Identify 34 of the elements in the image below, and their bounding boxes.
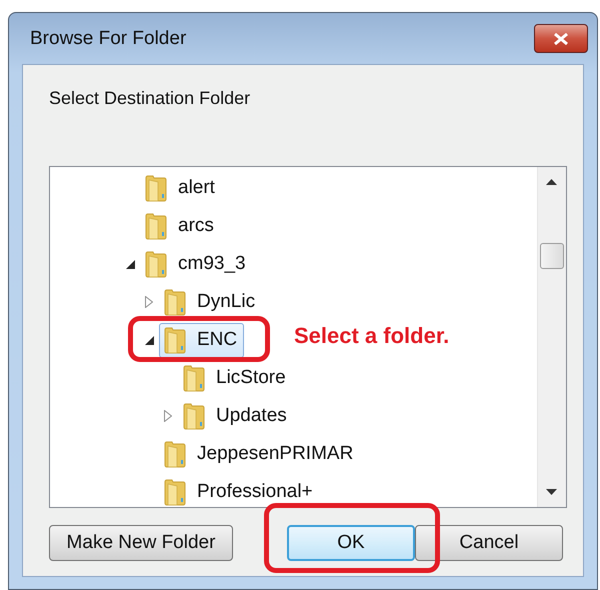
folder-item[interactable]: ENC — [159, 322, 244, 358]
folder-icon — [182, 402, 206, 430]
folder-item[interactable]: cm93_3 — [140, 246, 253, 282]
expanded-arrow-icon[interactable] — [144, 336, 154, 344]
folder-item[interactable]: arcs — [140, 208, 221, 244]
scrollbar[interactable] — [537, 167, 566, 507]
collapsed-arrow-icon[interactable] — [164, 410, 172, 422]
folder-icon — [163, 288, 187, 316]
folder-icon — [163, 478, 187, 506]
dialog-button[interactable]: Cancel — [415, 525, 563, 561]
folder-icon — [163, 440, 187, 468]
close-button[interactable] — [534, 24, 588, 53]
scroll-thumb[interactable] — [540, 243, 564, 269]
prompt-text: Select Destination Folder — [49, 88, 252, 110]
folder-item[interactable]: LicStore — [178, 360, 293, 396]
dialog-button[interactable]: Make New Folder — [49, 525, 233, 561]
folder-item[interactable]: alert — [140, 170, 222, 206]
folder-item[interactable]: JeppesenPRIMAR — [159, 436, 360, 472]
scroll-up-icon[interactable] — [546, 179, 557, 185]
annotation-text: Select a folder. — [294, 323, 450, 349]
expanded-arrow-icon[interactable] — [126, 260, 134, 268]
dialog-button[interactable]: OK — [287, 525, 415, 561]
folder-item[interactable]: DynLic — [159, 284, 262, 320]
folder-icon — [144, 212, 168, 240]
folder-icon — [163, 326, 187, 354]
scroll-down-icon[interactable] — [546, 489, 557, 495]
folder-icon — [144, 174, 168, 202]
folder-icon — [144, 250, 168, 278]
folder-item[interactable]: Professional+ — [159, 474, 320, 507]
folder-icon — [182, 364, 206, 392]
close-icon[interactable] — [553, 32, 569, 44]
collapsed-arrow-icon[interactable] — [145, 296, 153, 308]
folder-item[interactable]: Updates — [178, 398, 294, 434]
window-title: Browse For Folder — [29, 28, 186, 50]
